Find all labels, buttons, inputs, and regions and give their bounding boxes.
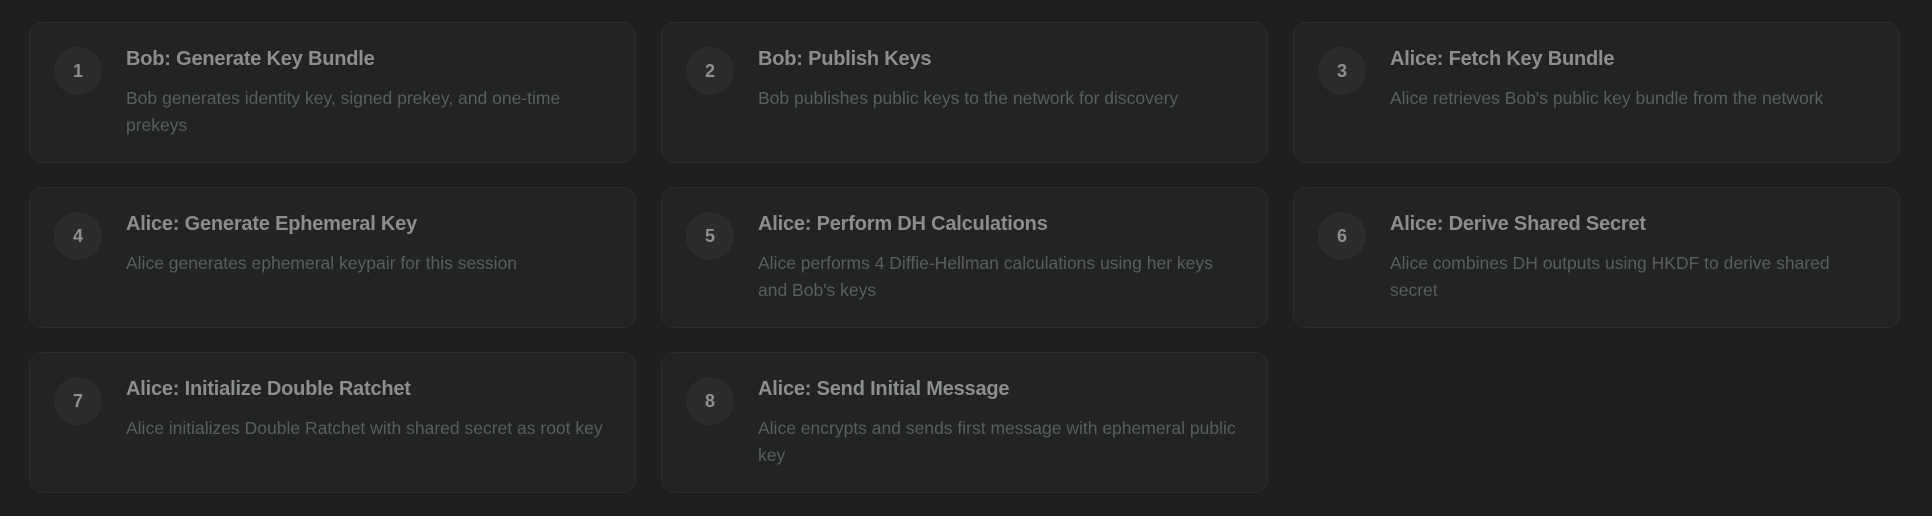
step-description: Bob publishes public keys to the network… [758,88,1179,108]
step-card: 6 Alice: Derive Shared Secret Alice comb… [1293,187,1900,328]
step-number-badge: 6 [1318,212,1366,260]
step-card: 2 Bob: Publish Keys Bob publishes public… [661,22,1268,163]
step-number-badge: 1 [54,47,102,95]
step-card: 3 Alice: Fetch Key Bundle Alice retrieve… [1293,22,1900,163]
step-number-badge: 7 [54,377,102,425]
step-description: Alice performs 4 Diffie-Hellman calculat… [758,253,1213,300]
step-title: Bob: Publish Keys [758,48,932,70]
step-title: Alice: Fetch Key Bundle [1390,48,1615,70]
step-title: Alice: Send Initial Message [758,378,1010,400]
step-number-badge: 3 [1318,47,1366,95]
step-title: Alice: Generate Ephemeral Key [126,213,417,235]
step-description: Bob generates identity key, signed preke… [126,88,561,135]
step-description: Alice generates ephemeral keypair for th… [126,253,518,273]
step-card: 5 Alice: Perform DH Calculations Alice p… [661,187,1268,328]
step-card: 4 Alice: Generate Ephemeral Key Alice ge… [29,187,636,328]
step-title: Alice: Initialize Double Ratchet [126,378,411,400]
step-description: Alice combines DH outputs using HKDF to … [1390,253,1830,300]
step-description: Alice initializes Double Ratchet with sh… [126,418,603,438]
step-description: Alice retrieves Bob's public key bundle … [1390,88,1824,108]
step-card: 8 Alice: Send Initial Message Alice encr… [661,352,1268,493]
step-number-badge: 8 [686,377,734,425]
steps-grid: 1 Bob: Generate Key Bundle Bob generates… [29,22,1900,493]
step-title: Alice: Perform DH Calculations [758,213,1048,235]
step-number-badge: 4 [54,212,102,260]
step-card: 1 Bob: Generate Key Bundle Bob generates… [29,22,636,163]
step-description: Alice encrypts and sends first message w… [758,418,1236,465]
step-title: Bob: Generate Key Bundle [126,48,375,70]
step-number-badge: 5 [686,212,734,260]
step-card: 7 Alice: Initialize Double Ratchet Alice… [29,352,636,493]
step-title: Alice: Derive Shared Secret [1390,213,1646,235]
step-number-badge: 2 [686,47,734,95]
